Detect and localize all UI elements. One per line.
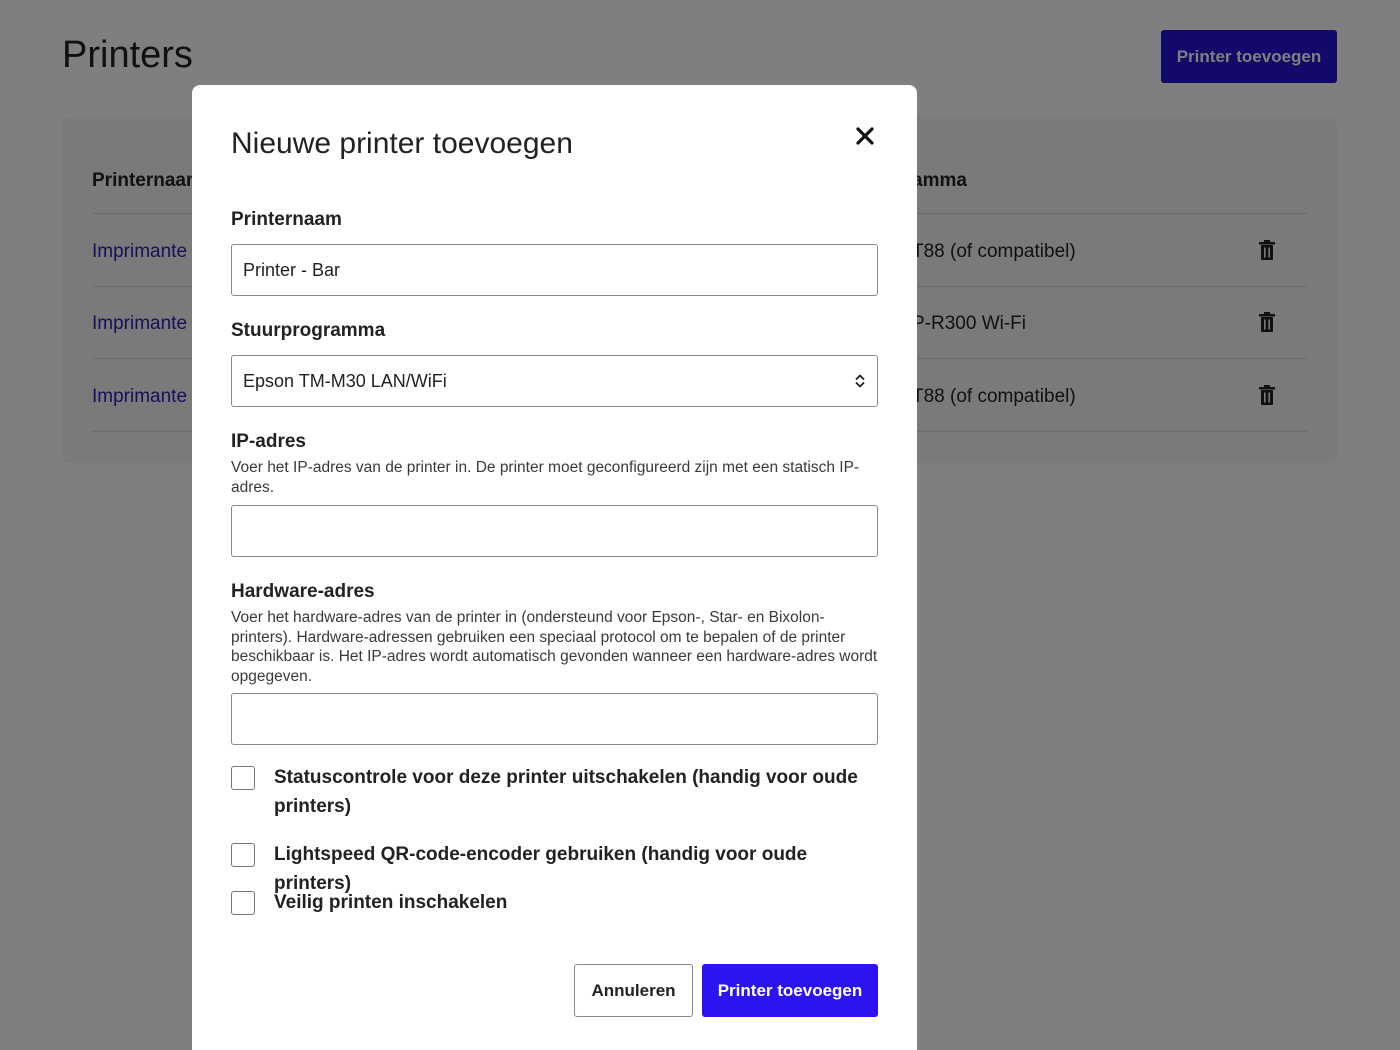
checkbox-label: Statuscontrole voor deze printer uitscha… (274, 767, 858, 817)
driver-label: Stuurprogramma (231, 320, 386, 341)
dialog-title: Nieuwe printer toevoegen (231, 127, 573, 160)
checkbox-disable-status-check[interactable]: Statuscontrole voor deze printer uitscha… (231, 766, 871, 821)
hardware-help-text: Voer het hardware-adres van de printer i… (231, 609, 878, 685)
checkbox[interactable] (231, 766, 255, 790)
checkbox-secure-printing[interactable]: Veilig printen inschakelen (231, 891, 871, 917)
hardware-label: Hardware-adres (231, 581, 375, 602)
select-chevron-icon (855, 374, 865, 388)
driver-selected-value: Epson TM-M30 LAN/WiFi (243, 370, 447, 391)
checkbox-label: Veilig printen inschakelen (274, 892, 508, 913)
ip-label: IP-adres (231, 431, 306, 452)
checkbox[interactable] (231, 843, 255, 867)
driver-select[interactable]: Epson TM-M30 LAN/WiFi (231, 355, 878, 407)
checkbox[interactable] (231, 891, 255, 915)
ip-input[interactable] (231, 505, 878, 557)
cancel-button[interactable]: Annuleren (574, 964, 693, 1017)
add-printer-dialog: Nieuwe printer toevoegen Printernaam Stu… (192, 85, 917, 1050)
printer-name-label: Printernaam (231, 209, 342, 230)
close-icon[interactable] (852, 123, 878, 149)
hardware-input[interactable] (231, 693, 878, 745)
submit-add-printer-button[interactable]: Printer toevoegen (702, 964, 878, 1017)
ip-help-text: Voer het IP-adres van de printer in. De … (231, 459, 860, 496)
printer-name-input[interactable] (231, 244, 878, 296)
